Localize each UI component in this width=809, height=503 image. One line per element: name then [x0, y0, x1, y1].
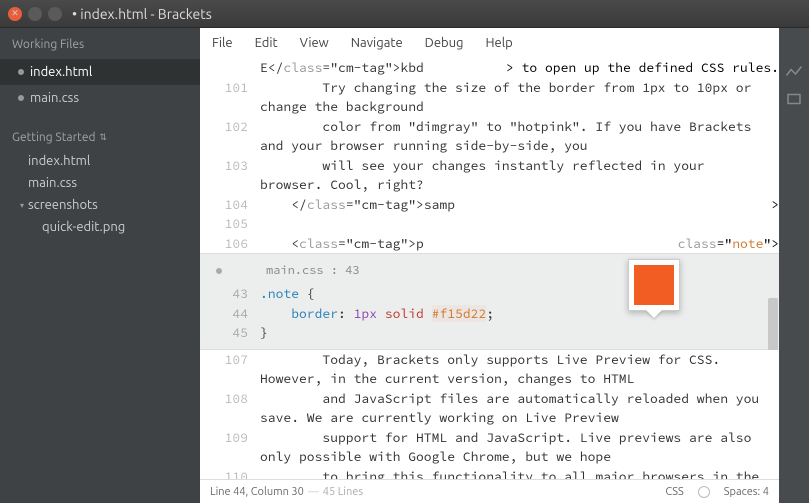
window-title: • index.html - Brackets: [72, 6, 212, 22]
line-number: 43: [200, 284, 260, 304]
code-line[interactable]: 103 will see your changes instantly refl…: [200, 156, 779, 195]
working-file-index[interactable]: index.html: [0, 59, 200, 85]
working-file-main-css[interactable]: main.css: [0, 85, 200, 111]
dirty-dot-icon: [216, 268, 222, 274]
line-number: [200, 58, 260, 78]
extension-icon[interactable]: [785, 92, 803, 106]
cursor-position[interactable]: Line 44, Column 30: [210, 486, 304, 498]
titlebar: ✕ • index.html - Brackets: [0, 0, 809, 28]
code-line[interactable]: 45}: [200, 323, 779, 343]
line-number: 104: [200, 195, 260, 215]
color-popover[interactable]: [628, 259, 680, 326]
file-label: index.html: [30, 65, 92, 79]
line-number: 110: [200, 467, 260, 480]
menu-file[interactable]: File: [212, 36, 233, 50]
sidebar: Working Files index.html main.css Gettin…: [0, 28, 200, 503]
dirty-dot-icon: [18, 95, 24, 101]
code-line[interactable]: 108 and JavaScript files are automatical…: [200, 389, 779, 428]
menu-edit[interactable]: Edit: [255, 36, 278, 50]
editor-pane: File Edit View Navigate Debug Help E</cl…: [200, 28, 809, 503]
menu-help[interactable]: Help: [486, 36, 513, 50]
triangle-down-icon: ▾: [20, 201, 24, 210]
maximize-icon[interactable]: [48, 7, 62, 21]
project-file-index[interactable]: index.html: [6, 150, 200, 172]
line-number: 108: [200, 389, 260, 428]
code-line[interactable]: 107 Today, Brackets only supports Live P…: [200, 350, 779, 389]
folder-label: screenshots: [28, 198, 98, 212]
separator: —: [308, 486, 319, 498]
working-files-header: Working Files: [0, 28, 200, 59]
code-line[interactable]: 109 support for HTML and JavaScript. Liv…: [200, 428, 779, 467]
project-folder-screenshots[interactable]: ▾ screenshots: [6, 194, 200, 216]
code-line[interactable]: E</class="cm-tag">kbd> to open up the de…: [200, 58, 779, 78]
code-line[interactable]: 110 to bring this functionality to all m…: [200, 467, 779, 480]
code-line[interactable]: 102 color from "dimgray" to "hotpink". I…: [200, 117, 779, 156]
code-line[interactable]: 101 Try changing the size of the border …: [200, 78, 779, 117]
dirty-dot-icon: [18, 69, 24, 75]
close-icon[interactable]: ✕: [8, 7, 22, 21]
project-files: index.html main.css ▾ screenshots quick-…: [0, 150, 200, 238]
project-label: Getting Started: [12, 131, 95, 144]
chevron-updown-icon: ⇅: [99, 132, 107, 143]
project-header[interactable]: Getting Started ⇅: [0, 125, 200, 150]
line-number: 106: [200, 234, 260, 254]
code-line[interactable]: 44 border: 1px solid #f15d22;: [200, 304, 779, 324]
popover-arrow-icon: [646, 310, 662, 326]
language-mode[interactable]: CSS: [665, 486, 683, 498]
code-line[interactable]: 43.note {: [200, 284, 779, 304]
line-number: 109: [200, 428, 260, 467]
color-swatch: [634, 265, 674, 305]
menu-view[interactable]: View: [300, 36, 329, 50]
line-number: 45: [200, 323, 260, 343]
code-line[interactable]: 104 </class="cm-tag">samp>: [200, 195, 779, 215]
line-number: 105: [200, 214, 260, 234]
status-circle-icon[interactable]: [698, 486, 710, 498]
line-number: 107: [200, 350, 260, 389]
line-number: 44: [200, 304, 260, 324]
code-line[interactable]: 106 <class="cm-tag">p class="note">: [200, 234, 779, 254]
line-number: 101: [200, 78, 260, 117]
line-number: 103: [200, 156, 260, 195]
line-number: 102: [200, 117, 260, 156]
indent-setting[interactable]: Spaces: 4: [724, 486, 769, 498]
right-toolbar: [779, 28, 809, 503]
statusbar: Line 44, Column 30 — 45 Lines CSS Spaces…: [200, 479, 779, 503]
code-line[interactable]: 105: [200, 214, 779, 234]
inline-header: main.css : 43: [200, 254, 779, 284]
menu-navigate[interactable]: Navigate: [351, 36, 403, 50]
window-controls: ✕: [8, 7, 62, 21]
line-count: 45 Lines: [323, 486, 363, 498]
project-file-main-css[interactable]: main.css: [6, 172, 200, 194]
live-preview-icon[interactable]: [785, 64, 803, 78]
menu-debug[interactable]: Debug: [425, 36, 464, 50]
menubar: File Edit View Navigate Debug Help: [200, 28, 809, 58]
project-file-quick-edit[interactable]: quick-edit.png: [6, 216, 200, 238]
scrollbar-thumb[interactable]: [768, 298, 778, 350]
file-label: main.css: [30, 91, 79, 105]
inline-file-label: main.css : 43: [266, 262, 360, 280]
minimize-icon[interactable]: [28, 7, 42, 21]
working-files-list: index.html main.css: [0, 59, 200, 111]
inline-editor: main.css : 43 43.note {44 border: 1px sol…: [200, 253, 779, 350]
editor-body[interactable]: E</class="cm-tag">kbd> to open up the de…: [200, 58, 779, 479]
